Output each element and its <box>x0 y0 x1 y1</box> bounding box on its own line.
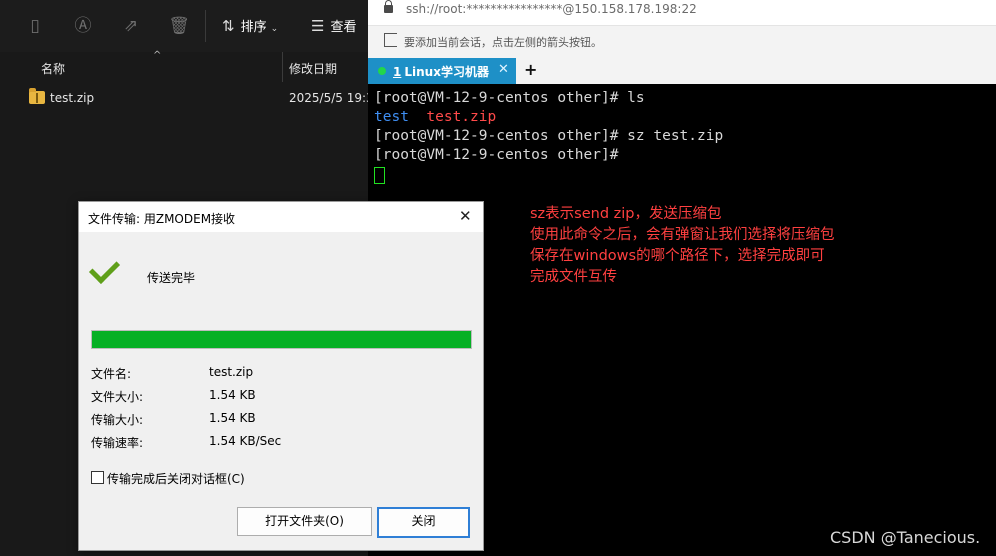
close-button[interactable]: 关闭 <box>377 507 470 538</box>
rename-icon[interactable]: Ⓐ <box>72 15 94 37</box>
field-label: 传输大小: <box>91 413 144 427</box>
connected-status-icon <box>378 67 386 75</box>
terminal-line: [root@VM-12-9-centos other]# sz test.zip <box>374 128 723 144</box>
field-value: 1.54 KB <box>209 411 256 425</box>
terminal-cursor <box>374 167 385 184</box>
field-value: 1.54 KB <box>209 388 256 402</box>
terminal-line: [root@VM-12-9-centos other]# <box>374 147 627 163</box>
address-bar[interactable]: ssh://root:****************@150.158.178.… <box>368 0 996 26</box>
dialog-titlebar: 文件传输: 用ZMODEM接收 ✕ <box>79 202 483 232</box>
prompt: [root@VM-12-9-centos other]# <box>374 128 628 144</box>
file-modified: 2025/5/5 19:3 <box>289 91 368 105</box>
tab-label: 1 Linux学习机器 <box>393 63 489 80</box>
annotation-line: 保存在windows的哪个路径下，选择完成即可 <box>530 248 825 264</box>
transfer-status: 传送完毕 <box>147 271 196 285</box>
zip-folder-icon <box>29 88 45 104</box>
close-on-complete-checkbox[interactable] <box>91 471 104 484</box>
session-hint-text: 要添加当前会话，点击左侧的箭头按钮。 <box>404 36 602 49</box>
column-header: ^ 名称 修改日期 <box>0 50 368 82</box>
view-icon: ☰ <box>311 17 325 35</box>
delete-icon[interactable]: 🗑 <box>168 15 190 37</box>
tab-title: Linux学习机器 <box>404 65 489 79</box>
share-icon[interactable]: ⇗ <box>120 15 142 37</box>
prompt: [root@VM-12-9-centos other]# <box>374 147 628 163</box>
dialog-title: 文件传输: 用ZMODEM接收 <box>88 212 236 226</box>
close-tab-icon[interactable]: ✕ <box>498 62 509 77</box>
column-modified[interactable]: 修改日期 <box>289 60 337 77</box>
sort-button[interactable]: ⇅ 排序 ⌄ <box>222 15 278 37</box>
checkmark-icon <box>88 252 121 285</box>
session-hint-bar: 要添加当前会话，点击左侧的箭头按钮。 <box>368 26 996 58</box>
field-label: 文件大小: <box>91 390 144 404</box>
zmodem-transfer-dialog: 文件传输: 用ZMODEM接收 ✕ 传送完毕 文件名: test.zip 文件大… <box>78 201 484 551</box>
lock-icon <box>384 0 393 13</box>
field-label: 传输速率: <box>91 436 144 450</box>
annotation-line: 完成文件互传 <box>530 269 617 285</box>
add-session-icon[interactable] <box>384 33 397 47</box>
tab-bar: 1 Linux学习机器 ✕ + <box>368 58 996 84</box>
sort-ascending-icon: ^ <box>153 50 162 61</box>
session-address: ssh://root:****************@150.158.178.… <box>406 2 697 16</box>
field-value: test.zip <box>209 365 254 379</box>
field-label: 文件名: <box>91 367 132 381</box>
close-on-complete-label[interactable]: 传输完成后关闭对话框(C) <box>107 470 245 487</box>
prompt: [root@VM-12-9-centos other]# <box>374 90 628 106</box>
output-archive: test.zip <box>426 109 497 125</box>
terminal-line: test test.zip <box>374 109 496 125</box>
chevron-down-icon: ⌄ <box>270 24 279 34</box>
watermark: CSDN @Tanecious. <box>830 528 981 547</box>
toolbar-divider <box>205 10 206 42</box>
view-button[interactable]: ☰ 查看 <box>311 15 356 37</box>
new-tab-button[interactable]: + <box>524 60 537 79</box>
file-row[interactable]: test.zip 2025/5/5 19:3 <box>0 88 368 111</box>
view-label: 查看 <box>330 20 357 35</box>
progress-fill <box>92 331 471 348</box>
close-icon[interactable]: ✕ <box>459 207 472 225</box>
file-name: test.zip <box>50 91 95 105</box>
terminal-line: [root@VM-12-9-centos other]# ls <box>374 90 645 106</box>
sort-label: 排序 <box>240 20 267 35</box>
annotation-line: 使用此命令之后，会有弹窗让我们选择将压缩包 <box>530 227 835 243</box>
column-divider[interactable] <box>282 52 283 82</box>
transfer-progress-bar <box>91 330 472 349</box>
tab-linux-machine[interactable]: 1 Linux学习机器 ✕ <box>368 58 516 84</box>
sort-icon: ⇅ <box>222 17 235 35</box>
command: ls <box>627 90 645 106</box>
field-value: 1.54 KB/Sec <box>209 434 282 448</box>
output-directory: test <box>374 109 409 125</box>
open-folder-button[interactable]: 打开文件夹(O) <box>237 507 372 536</box>
paste-icon[interactable]: ▯ <box>24 15 46 37</box>
explorer-toolbar: ▯ Ⓐ ⇗ 🗑 ⇅ 排序 ⌄ ☰ 查看 <box>0 0 368 52</box>
command: sz test.zip <box>627 128 724 144</box>
column-name[interactable]: 名称 <box>41 60 65 77</box>
annotation-line: sz表示send zip，发送压缩包 <box>530 206 722 222</box>
tab-index: 1 <box>393 65 402 79</box>
